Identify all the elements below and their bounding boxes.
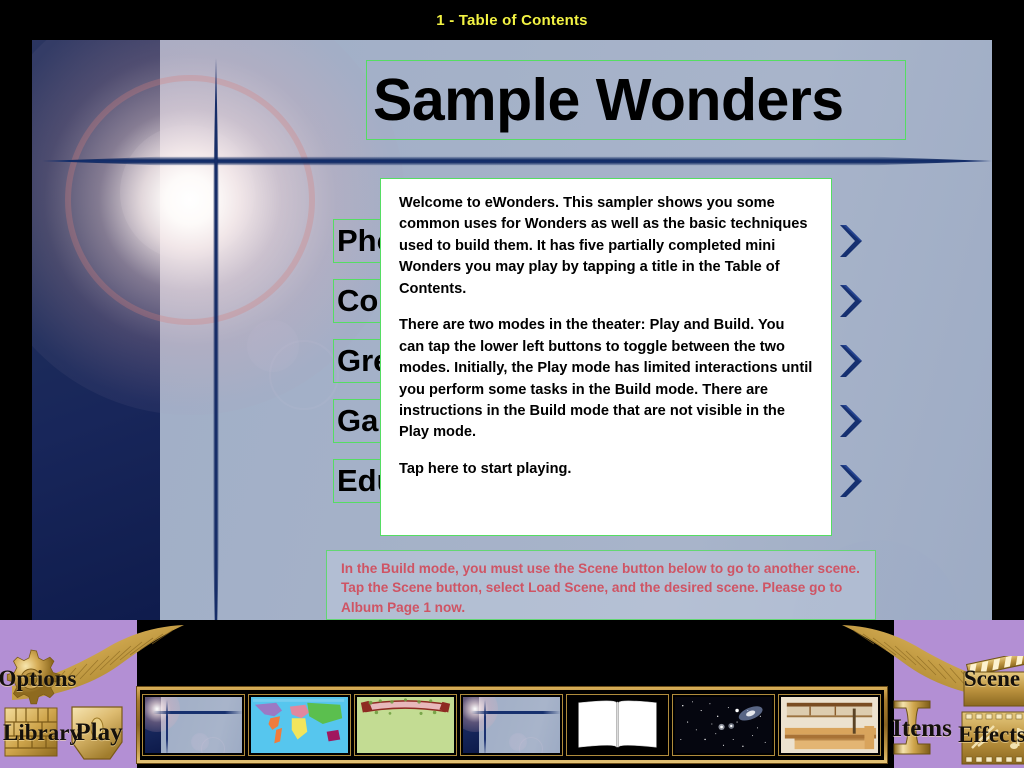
scene-button[interactable]: Scene — [960, 656, 1024, 707]
stage-canvas[interactable]: Sample Wonders Photo Album Contents Gree… — [32, 40, 992, 660]
welcome-paragraph-2: There are two modes in the theater: Play… — [399, 317, 813, 441]
scene-thumb-current[interactable] — [142, 694, 245, 756]
scene-thumb-galaxy[interactable] — [672, 694, 775, 756]
build-mode-note: In the Build mode, you must use the Scen… — [326, 550, 876, 620]
scene-thumbnail-strip — [136, 686, 888, 764]
lens-flare-ring-small-icon — [269, 340, 339, 410]
chevron-right-icon — [838, 464, 864, 498]
scene-thumb-world-map[interactable] — [248, 694, 351, 756]
wonder-title-text: Sample Wonders — [373, 66, 844, 133]
stage-left-panel — [32, 40, 160, 660]
page-title: 1 - Table of Contents — [436, 11, 588, 29]
lens-flare-ghost-small-icon — [247, 320, 299, 372]
options-label: Options — [0, 666, 77, 691]
welcome-paragraph-1: Welcome to eWonders. This sampler shows … — [399, 195, 808, 297]
effects-label: Effects — [958, 722, 1024, 747]
toc-arrow-5[interactable] — [831, 459, 871, 503]
scene-thumb-open-book[interactable] — [566, 694, 669, 756]
top-title-bar: 1 - Table of Contents — [0, 0, 1024, 40]
chevron-right-icon — [838, 284, 864, 318]
scene-thumb-current-2[interactable] — [460, 694, 563, 756]
play-button[interactable]: Play — [66, 702, 132, 764]
library-label: Library — [3, 720, 81, 745]
effects-button[interactable]: Effects — [958, 710, 1024, 765]
chevron-right-icon — [838, 344, 864, 378]
welcome-dialog[interactable]: Welcome to eWonders. This sampler shows … — [380, 178, 832, 536]
toc-arrow-3[interactable] — [831, 339, 871, 383]
toc-arrow-2[interactable] — [831, 279, 871, 323]
chevron-right-icon — [838, 404, 864, 438]
ewonders-app: 1 - Table of Contents Sample Wonders Pho… — [0, 0, 1024, 768]
options-button[interactable]: Options — [0, 648, 77, 710]
scene-thumb-wood-shelf[interactable] — [778, 694, 881, 756]
scene-label: Scene — [963, 666, 1021, 691]
toc-arrow-1[interactable] — [831, 219, 871, 263]
scene-thumb-green-banner[interactable] — [354, 694, 457, 756]
play-label: Play — [75, 719, 123, 746]
items-label: Items — [892, 715, 952, 742]
welcome-paragraph-3: Tap here to start playing. — [399, 460, 572, 477]
items-button[interactable]: Items — [886, 698, 958, 760]
vertical-spindle-icon — [213, 58, 219, 660]
build-mode-note-text: In the Build mode, you must use the Scen… — [341, 561, 860, 615]
horizontal-spindle-icon — [42, 156, 992, 166]
toc-arrow-4[interactable] — [831, 399, 871, 443]
chevron-right-icon — [838, 224, 864, 258]
bottom-toolbar: Options Library Play Items Scene Effects — [0, 620, 1024, 768]
wonder-title-box[interactable]: Sample Wonders — [366, 60, 906, 140]
